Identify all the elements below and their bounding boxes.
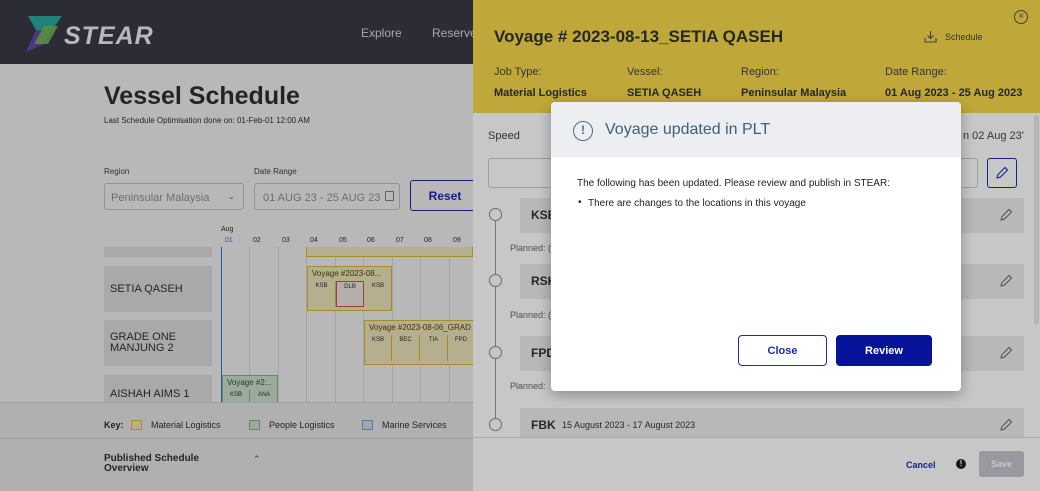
panel-scrollbar[interactable] [1034,115,1039,325]
close-button[interactable]: Close [738,335,827,366]
dialog-bullet-item: There are changes to the locations in th… [578,197,806,209]
alert-info-icon: ! [573,121,593,141]
dialog-title: Voyage updated in PLT [605,121,771,138]
review-button[interactable]: Review [836,335,932,366]
voyage-updated-dialog: ! Voyage updated in PLT The following ha… [551,102,961,391]
dialog-header: ! Voyage updated in PLT [551,102,961,157]
dialog-message: The following has been updated. Please r… [577,178,890,189]
